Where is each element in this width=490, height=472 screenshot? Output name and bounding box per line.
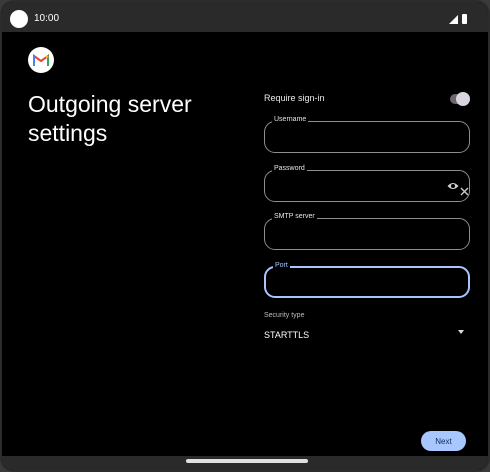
home-gesture-handle[interactable] (186, 459, 308, 463)
password-field[interactable]: Password (264, 164, 470, 202)
security-type-dropdown[interactable]: STARTTLS (264, 325, 470, 345)
gmail-logo (28, 47, 54, 73)
navigation-bar (2, 456, 488, 470)
port-field[interactable]: Port (264, 261, 470, 298)
toggle-knob (456, 92, 470, 106)
require-signin-row: Require sign-in (264, 92, 470, 107)
signal-icon (449, 15, 458, 24)
next-button[interactable]: Next (421, 431, 466, 451)
smtp-server-label: SMTP server (272, 212, 317, 222)
smtp-server-field[interactable]: SMTP server (264, 212, 470, 250)
gmail-m-icon (33, 54, 49, 66)
require-signin-label: Require sign-in (264, 93, 325, 103)
page-title: Outgoing server settings (28, 91, 192, 146)
status-time: 10:00 (34, 13, 60, 24)
username-field[interactable]: Username (264, 115, 470, 153)
username-label: Username (272, 115, 309, 125)
security-type-label: Security type (264, 312, 305, 319)
port-label: Port (273, 261, 290, 271)
security-type-value: STARTTLS (264, 330, 310, 340)
password-label: Password (272, 164, 307, 174)
device-frame: 10:00 Outgoing server settings Require s… (0, 0, 490, 472)
battery-icon (462, 14, 467, 24)
dropdown-caret-icon (458, 330, 464, 334)
camera-cutout (10, 10, 28, 28)
status-bar: 10:00 (2, 2, 488, 32)
close-icon[interactable] (458, 185, 470, 197)
require-signin-toggle[interactable] (450, 92, 470, 106)
